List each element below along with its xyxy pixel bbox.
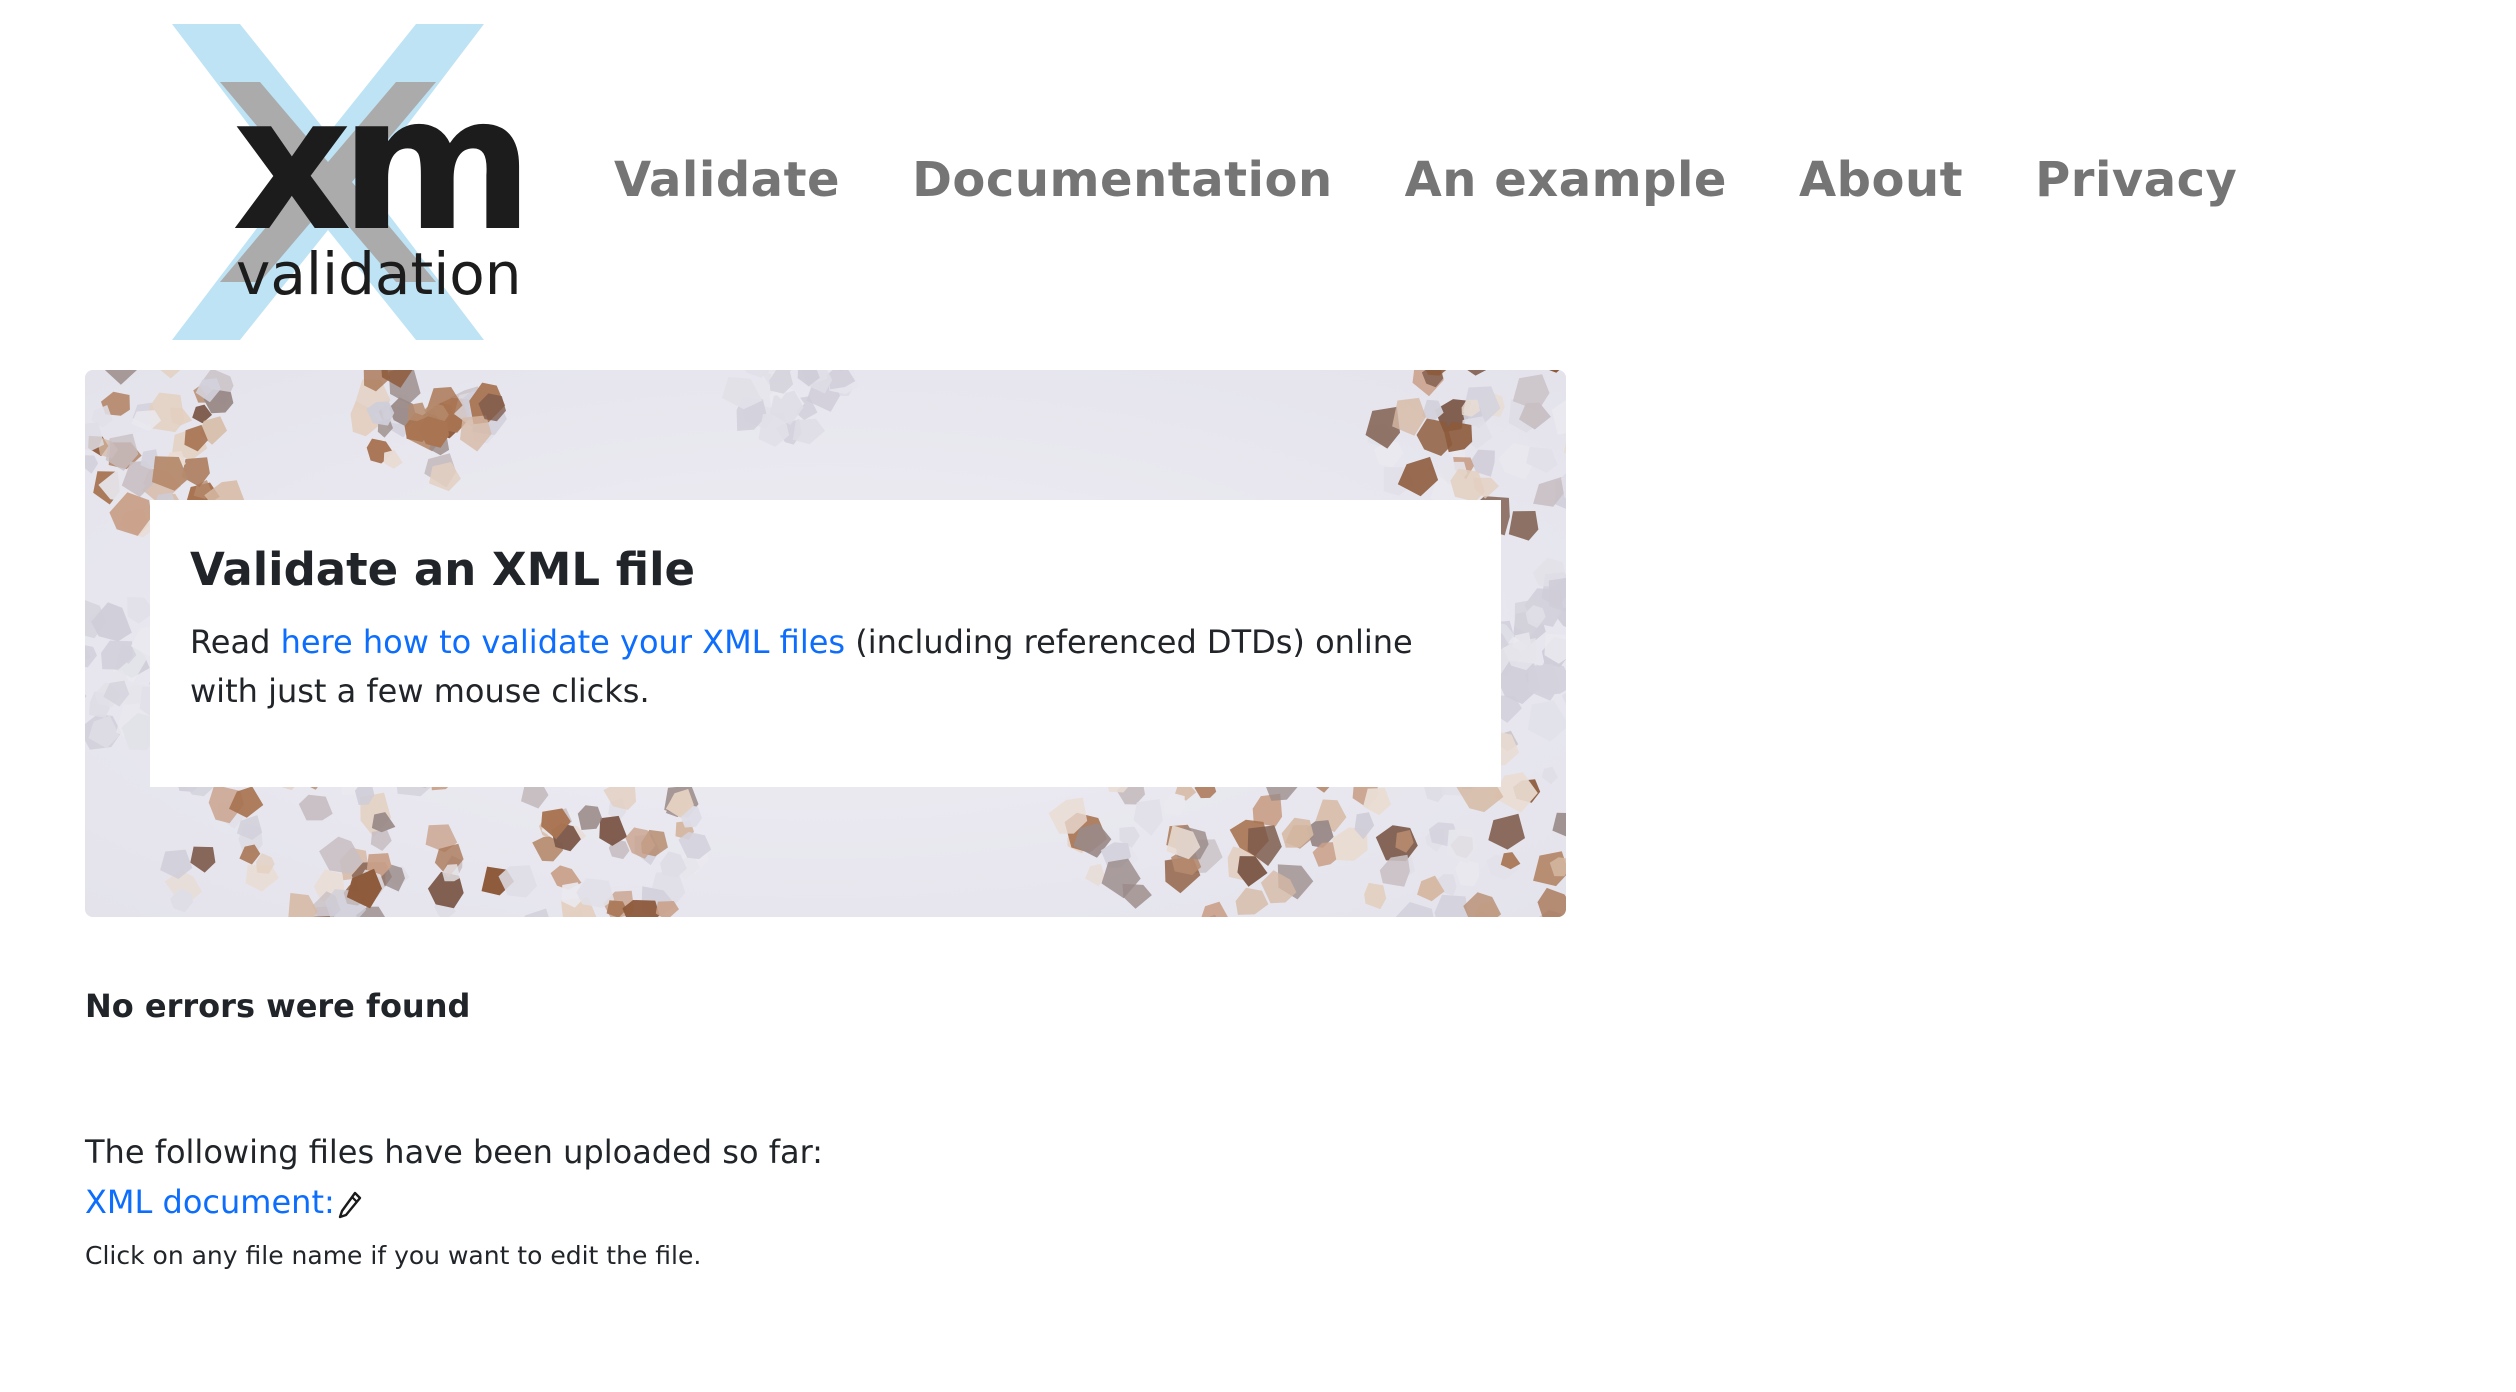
pencil-icon[interactable]	[337, 1187, 363, 1219]
site-header: xml validation Validate Documentation An…	[0, 0, 2516, 360]
validation-howto-link[interactable]: here how to validate your XML files	[281, 623, 846, 661]
main-nav: Validate Documentation An example About …	[614, 148, 2309, 212]
logo-subtitle: validation	[236, 240, 522, 308]
xml-document-label[interactable]: XML document:	[85, 1180, 335, 1224]
nav-documentation[interactable]: Documentation	[912, 148, 1333, 212]
hero-card: Validate an XML file Read here how to va…	[150, 500, 1501, 787]
hero-title: Validate an XML file	[190, 543, 696, 596]
nav-an-example[interactable]: An example	[1405, 148, 1727, 212]
validation-result: No errors were found	[85, 987, 471, 1025]
xml-document-link[interactable]: XML document:	[85, 1180, 363, 1224]
logo-graphic: xml validation	[172, 24, 586, 340]
nav-privacy[interactable]: Privacy	[2035, 148, 2237, 212]
nav-validate[interactable]: Validate	[614, 148, 840, 212]
mosaic-cell	[1548, 577, 1566, 612]
hero-text-before: Read	[190, 623, 281, 661]
uploaded-files-intro: The following files have been uploaded s…	[85, 1133, 823, 1171]
nav-about[interactable]: About	[1799, 148, 1963, 212]
xml-validation-logo[interactable]: xml validation	[124, 22, 586, 342]
hero-description: Read here how to validate your XML files…	[190, 618, 1461, 716]
edit-hint: Click on any file name if you want to ed…	[85, 1241, 702, 1270]
hero-banner: Validate an XML file Read here how to va…	[85, 370, 1566, 917]
